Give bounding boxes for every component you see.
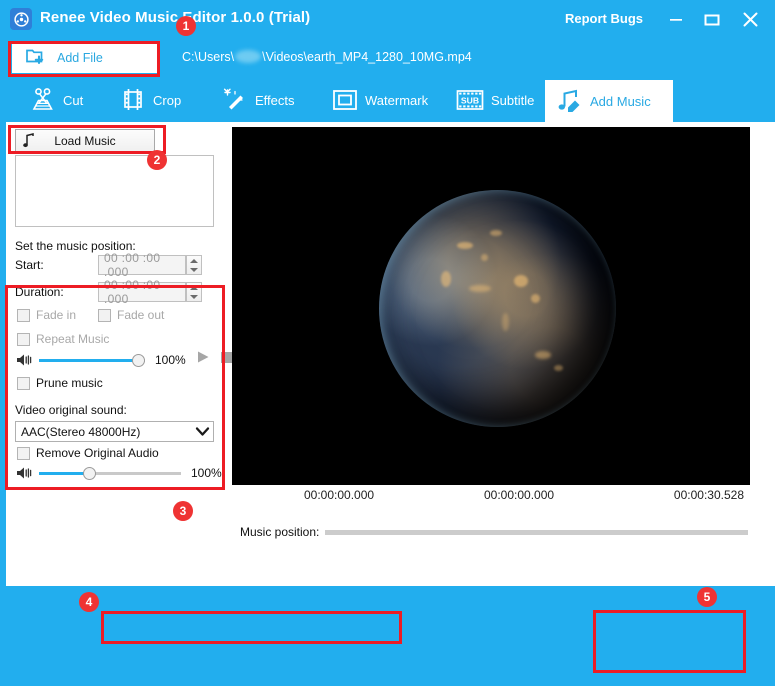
- close-button[interactable]: [737, 8, 763, 30]
- crop-film-icon: [120, 87, 146, 113]
- timeline-labels: 00:00:00.000 00:00:00.000 00:00:30.528: [232, 488, 750, 508]
- music-volume-percent: 100%: [155, 352, 186, 367]
- checkbox-box: [17, 332, 30, 346]
- chevron-down-icon[interactable]: [191, 422, 213, 441]
- fade-out-checkbox[interactable]: Fade out: [98, 308, 164, 322]
- loaded-file-path: C:\Users\ \Videos\earth_MP4_1280_10MG.mp4: [182, 50, 472, 64]
- tab-label: Effects: [255, 92, 295, 108]
- original-volume-row: 100%: [16, 466, 222, 480]
- tab-subtitle[interactable]: SUB Subtitle: [446, 78, 544, 122]
- file-path-suffix: \Videos\earth_MP4_1280_10MG.mp4: [262, 50, 472, 64]
- music-position-track[interactable]: [325, 529, 749, 535]
- fade-out-label: Fade out: [117, 308, 165, 322]
- slider-fill: [39, 472, 87, 475]
- music-volume-row: 100%: [16, 350, 233, 369]
- load-music-button[interactable]: Load Music: [15, 129, 155, 152]
- checkbox-box: [17, 446, 30, 460]
- add-file-icon: [26, 47, 45, 70]
- slider-fill: [39, 358, 136, 362]
- video-original-sound-label: Video original sound:: [15, 403, 127, 417]
- report-bugs-link[interactable]: Report Bugs: [565, 11, 643, 26]
- subtitle-sub-icon: SUB: [456, 88, 484, 112]
- original-volume-slider[interactable]: [39, 466, 181, 480]
- watermark-square-icon: [332, 88, 358, 112]
- time-total-label: 00:00:30.528: [673, 488, 744, 502]
- tab-label: Watermark: [365, 92, 429, 108]
- add-file-button[interactable]: Add File: [12, 43, 158, 73]
- minimize-button[interactable]: [663, 8, 689, 30]
- music-note-pencil-icon: [555, 88, 583, 114]
- tab-label: Add Music: [590, 93, 651, 109]
- window-title: Renee Video Music Editor 1.0.0 (Trial): [40, 9, 311, 26]
- music-position-row: Music position:: [240, 525, 749, 539]
- checkbox-box: [17, 308, 30, 322]
- duration-time-stepper[interactable]: [186, 282, 202, 302]
- speaker-icon: [16, 466, 33, 480]
- original-volume-percent: 100%: [191, 466, 222, 480]
- duration-label: Duration:: [15, 285, 64, 299]
- fade-in-checkbox[interactable]: Fade in: [17, 308, 76, 322]
- start-time-input[interactable]: 00 :00 :00 .000: [98, 251, 186, 279]
- start-time-stepper[interactable]: [186, 255, 202, 275]
- slider-knob[interactable]: [83, 467, 96, 480]
- audio-codec-select[interactable]: AAC(Stereo 48000Hz): [15, 421, 214, 442]
- app-window: Renee Video Music Editor 1.0.0 (Trial) R…: [0, 0, 775, 686]
- tab-effects[interactable]: Effects: [212, 78, 305, 122]
- speaker-icon: [16, 353, 33, 367]
- tab-label: Cut: [63, 92, 84, 108]
- title-bar: Renee Video Music Editor 1.0.0 (Trial) R…: [0, 0, 775, 38]
- time-start-label: 00:00:00.000: [304, 488, 375, 502]
- app-logo-icon: [10, 8, 32, 30]
- file-path-prefix: C:\Users\: [182, 50, 235, 64]
- music-note-icon: [22, 133, 36, 153]
- music-stop-button[interactable]: [220, 351, 233, 369]
- prune-music-checkbox[interactable]: Prune music: [17, 376, 103, 390]
- tab-add-music[interactable]: Add Music: [545, 80, 673, 122]
- music-position-label: Music position:: [240, 525, 320, 539]
- time-current-label: 00:00:00.000: [484, 488, 555, 502]
- maximize-button[interactable]: [699, 8, 725, 30]
- start-label: Start:: [15, 258, 44, 272]
- tab-label: Crop: [153, 92, 182, 108]
- remove-original-audio-label: Remove Original Audio: [36, 446, 159, 460]
- svg-text:SUB: SUB: [461, 95, 479, 105]
- music-settings-panel: Load Music Set the music position: Start…: [6, 122, 232, 586]
- checkbox-box: [17, 376, 30, 390]
- video-preview[interactable]: [232, 127, 750, 485]
- earth-limb-glow: [379, 190, 616, 427]
- tab-label: Subtitle: [491, 92, 535, 108]
- add-file-row: Add File C:\Users\ \Videos\earth_MP4_1280…: [0, 38, 775, 104]
- music-play-button[interactable]: [196, 350, 210, 369]
- checkbox-box: [98, 308, 111, 322]
- prune-music-label: Prune music: [36, 376, 103, 390]
- fade-in-label: Fade in: [36, 308, 77, 322]
- music-volume-slider[interactable]: [39, 353, 145, 367]
- tab-watermark[interactable]: Watermark: [322, 78, 438, 122]
- earth-globe-frame: [379, 190, 616, 427]
- tab-cut[interactable]: Cut: [20, 78, 93, 122]
- add-file-label: Add File: [57, 51, 103, 65]
- duration-time-input[interactable]: 00 :00 :00 .000: [98, 278, 186, 306]
- bottom-bar: Force video re-encoding Enable GPU Accel…: [0, 586, 775, 686]
- load-music-label: Load Music: [54, 133, 116, 148]
- repeat-music-label: Repeat Music: [36, 332, 110, 346]
- tab-bar: Cut Crop Effects Watermark SUB Subtitle …: [0, 78, 775, 122]
- music-list-box[interactable]: [15, 155, 214, 227]
- tab-crop[interactable]: Crop: [110, 78, 191, 122]
- magic-wand-icon: [222, 87, 248, 113]
- slider-knob[interactable]: [132, 353, 145, 367]
- main-body: Load Music Set the music position: Start…: [0, 122, 775, 686]
- file-path-redacted-user: [235, 50, 262, 63]
- remove-original-audio-checkbox[interactable]: Remove Original Audio: [17, 446, 159, 460]
- scissors-icon: [30, 87, 56, 113]
- audio-codec-value: AAC(Stereo 48000Hz): [21, 424, 141, 439]
- repeat-music-checkbox[interactable]: Repeat Music: [17, 332, 109, 346]
